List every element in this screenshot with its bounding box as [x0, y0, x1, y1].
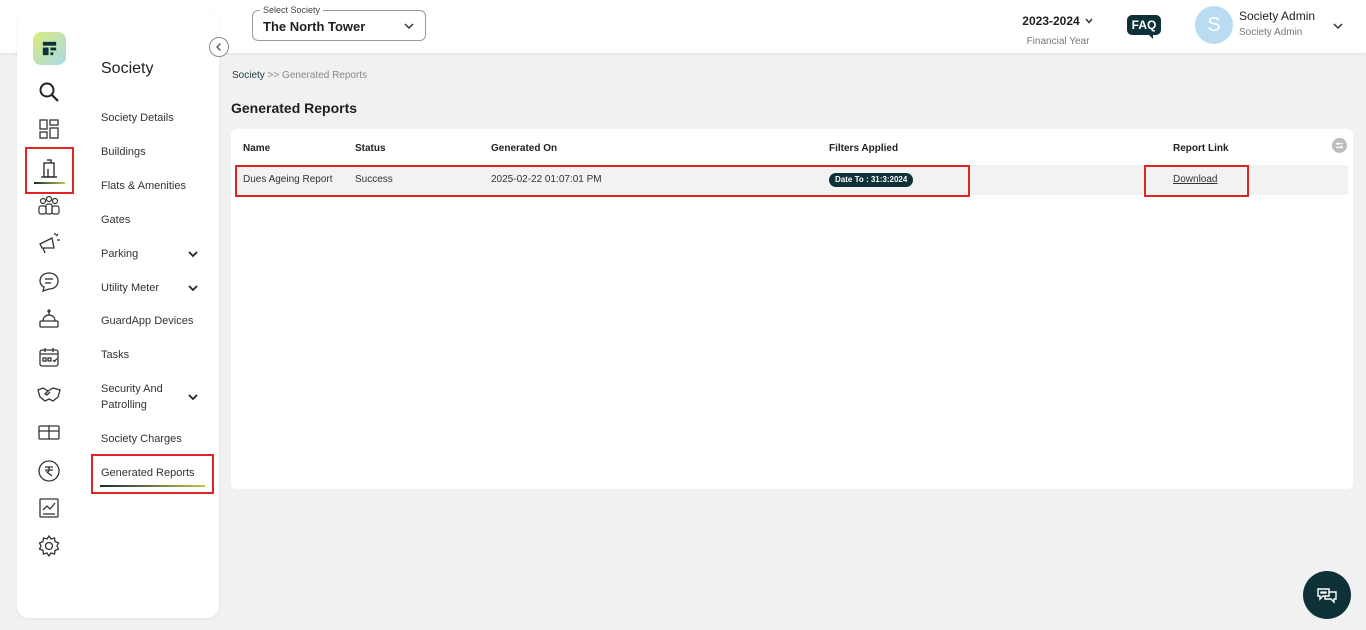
avatar[interactable]: S — [1195, 6, 1233, 44]
column-header-name: Name — [243, 143, 271, 154]
column-header-report-link: Report Link — [1173, 143, 1229, 154]
residents-icon[interactable] — [37, 194, 61, 218]
handshake-icon[interactable] — [37, 382, 61, 406]
dashboard-icon[interactable] — [37, 117, 61, 141]
user-role: Society Admin — [1239, 27, 1303, 38]
reports-table: Name Status Generated On Filters Applied… — [231, 129, 1353, 489]
financial-year-selector[interactable]: 2023-2024 Financial Year — [1012, 12, 1104, 47]
column-header-generated-on: Generated On — [491, 143, 558, 154]
menu-item-society-charges[interactable]: Society Charges — [101, 431, 201, 447]
menu-item-security-patrolling[interactable]: Security And Patrolling — [101, 381, 181, 413]
menu-item-flats-amenities[interactable]: Flats & Amenities — [101, 178, 201, 194]
breadcrumb-separator: >> — [267, 70, 280, 81]
column-header-status: Status — [355, 143, 386, 154]
sliders-icon — [1335, 142, 1344, 149]
menu-item-generated-reports[interactable]: Generated Reports — [101, 465, 201, 481]
financial-year-label: Financial Year — [1026, 36, 1090, 47]
chevron-down-icon — [404, 23, 414, 30]
society-select-value: The North Tower — [263, 19, 366, 34]
sidebar-collapse-button[interactable] — [209, 37, 229, 57]
menu-item-buildings[interactable]: Buildings — [101, 144, 201, 160]
column-header-filters-applied: Filters Applied — [829, 143, 899, 154]
menu-item-utility-meter[interactable]: Utility Meter — [101, 280, 201, 296]
menu-item-society-details[interactable]: Society Details — [101, 110, 201, 126]
society-select-label: Select Society — [260, 5, 324, 16]
download-highlight — [1144, 165, 1249, 197]
building-icon[interactable] — [37, 157, 61, 181]
row-highlight — [235, 165, 970, 197]
menu-title: Society — [101, 60, 154, 77]
column-settings-button[interactable] — [1332, 138, 1347, 153]
app-logo[interactable] — [33, 32, 66, 65]
menu-item-guardapp-devices[interactable]: GuardApp Devices — [101, 313, 201, 329]
chat-support-button[interactable] — [1303, 571, 1351, 619]
chevron-down-icon[interactable] — [187, 248, 199, 260]
calendar-icon[interactable] — [37, 345, 61, 369]
user-menu-chevron-icon[interactable] — [1332, 20, 1344, 32]
search-icon[interactable] — [37, 80, 61, 104]
breadcrumb-root[interactable]: Society — [232, 70, 265, 81]
chevron-down-icon — [1085, 18, 1093, 24]
chevron-down-icon[interactable] — [187, 391, 199, 403]
chat-icon[interactable] — [37, 270, 61, 294]
chat-bubbles-icon — [1317, 588, 1337, 604]
report-icon[interactable] — [37, 496, 61, 520]
user-info[interactable]: Society Admin Society Admin — [1239, 9, 1315, 38]
user-name: Society Admin — [1239, 9, 1316, 23]
chevron-down-icon[interactable] — [187, 282, 199, 294]
announcement-icon[interactable] — [37, 232, 61, 256]
breadcrumb-current: Generated Reports — [282, 70, 368, 81]
society-select[interactable]: Select Society The North Tower — [252, 5, 426, 41]
inventory-icon[interactable] — [37, 420, 61, 444]
settings-icon[interactable] — [37, 534, 61, 558]
menu-item-gates[interactable]: Gates — [101, 212, 201, 228]
faq-bubble-tail — [1147, 33, 1153, 39]
chevron-left-icon — [216, 43, 221, 51]
faq-button[interactable]: FAQ — [1127, 15, 1161, 39]
menu-item-tasks[interactable]: Tasks — [101, 347, 201, 363]
financial-year-value: 2023-2024 — [1022, 14, 1080, 28]
logo-icon — [42, 41, 57, 56]
breadcrumb: Society >> Generated Reports — [232, 70, 367, 81]
page-title: Generated Reports — [231, 100, 358, 116]
rupee-icon[interactable] — [37, 459, 61, 483]
menu-item-parking[interactable]: Parking — [101, 246, 201, 262]
helpdesk-icon[interactable] — [37, 307, 61, 331]
faq-label: FAQ — [1127, 15, 1161, 35]
